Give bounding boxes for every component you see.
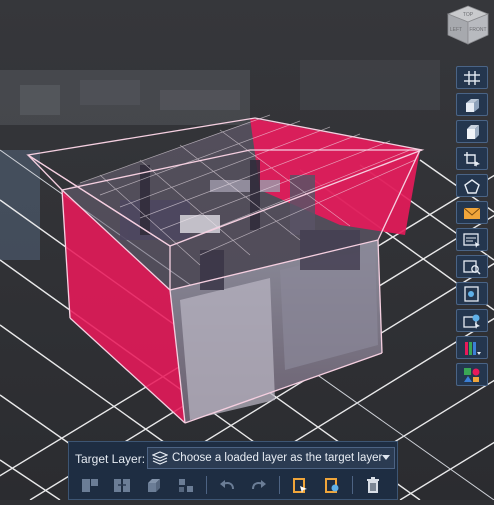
layer-edit-icon bbox=[463, 232, 480, 248]
layer-select-tool-button[interactable] bbox=[456, 282, 488, 305]
box-icon bbox=[467, 124, 479, 139]
envelope-tool-button[interactable] bbox=[456, 201, 488, 224]
layer-search-icon bbox=[463, 259, 481, 275]
target-layer-panel: Target Layer: Choose a loaded layer as t… bbox=[68, 441, 398, 500]
color-bars-icon bbox=[465, 341, 481, 355]
point-cloud-viewport[interactable] bbox=[0, 0, 494, 501]
grid-tool-button[interactable] bbox=[456, 66, 488, 89]
view-cube-left-label: LEFT bbox=[450, 27, 462, 33]
layer-settings-icon bbox=[325, 477, 339, 493]
polygon-icon bbox=[464, 178, 480, 194]
split-icon bbox=[82, 478, 98, 492]
layer-action-row bbox=[75, 473, 393, 497]
toolbar-separator bbox=[206, 476, 207, 494]
classify-tool-button[interactable] bbox=[456, 363, 488, 386]
cube-icon bbox=[148, 478, 160, 492]
delete-button[interactable] bbox=[358, 474, 388, 496]
merge-button[interactable] bbox=[107, 474, 137, 496]
target-layer-row: Target Layer: bbox=[75, 448, 149, 470]
undo-icon bbox=[220, 479, 234, 489]
trash-icon bbox=[367, 476, 379, 493]
target-layer-label: Target Layer: bbox=[75, 452, 146, 466]
layer-settings-button[interactable] bbox=[317, 474, 347, 496]
redo-icon bbox=[252, 479, 266, 489]
cube-button[interactable] bbox=[139, 474, 169, 496]
layer-select-icon bbox=[464, 285, 479, 302]
chevron-down-icon bbox=[382, 455, 390, 460]
view-cube-front-label: FRONT bbox=[469, 27, 486, 33]
target-layer-select-value: Choose a loaded layer as the target laye… bbox=[172, 452, 383, 464]
right-toolbar bbox=[456, 66, 490, 386]
subdivide-icon bbox=[179, 478, 193, 492]
target-layer-select[interactable]: Choose a loaded layer as the target laye… bbox=[147, 447, 395, 469]
merge-icon bbox=[114, 478, 130, 492]
crop-select-icon bbox=[464, 151, 480, 167]
layer-stack-icon bbox=[152, 451, 168, 465]
export-layer-button[interactable] bbox=[285, 474, 315, 496]
redo-button[interactable] bbox=[244, 474, 274, 496]
export-layer-icon bbox=[293, 477, 307, 493]
toolbar-separator bbox=[279, 476, 280, 494]
box-tool-button[interactable] bbox=[456, 120, 488, 143]
split-button[interactable] bbox=[75, 474, 105, 496]
color-bars-tool-button[interactable] bbox=[456, 336, 488, 359]
undo-button[interactable] bbox=[212, 474, 242, 496]
view-cube-top-label: TOP bbox=[463, 12, 474, 18]
toolbar-separator bbox=[352, 476, 353, 494]
view-cube[interactable]: TOP LEFT FRONT bbox=[444, 4, 492, 46]
subdivide-button[interactable] bbox=[171, 474, 201, 496]
layer-edit-tool-button[interactable] bbox=[456, 228, 488, 251]
extrude-box-icon bbox=[466, 98, 479, 112]
classify-icon bbox=[464, 367, 480, 382]
polygon-tool-button[interactable] bbox=[456, 174, 488, 197]
layer-color-tool-button[interactable] bbox=[456, 309, 488, 332]
layer-search-tool-button[interactable] bbox=[456, 255, 488, 278]
grid-icon bbox=[464, 70, 480, 85]
extrude-tool-button[interactable] bbox=[456, 93, 488, 116]
envelope-icon bbox=[463, 207, 481, 219]
crop-select-tool-button[interactable] bbox=[456, 147, 488, 170]
layer-color-icon bbox=[463, 314, 480, 329]
scene-canvas bbox=[0, 0, 494, 501]
